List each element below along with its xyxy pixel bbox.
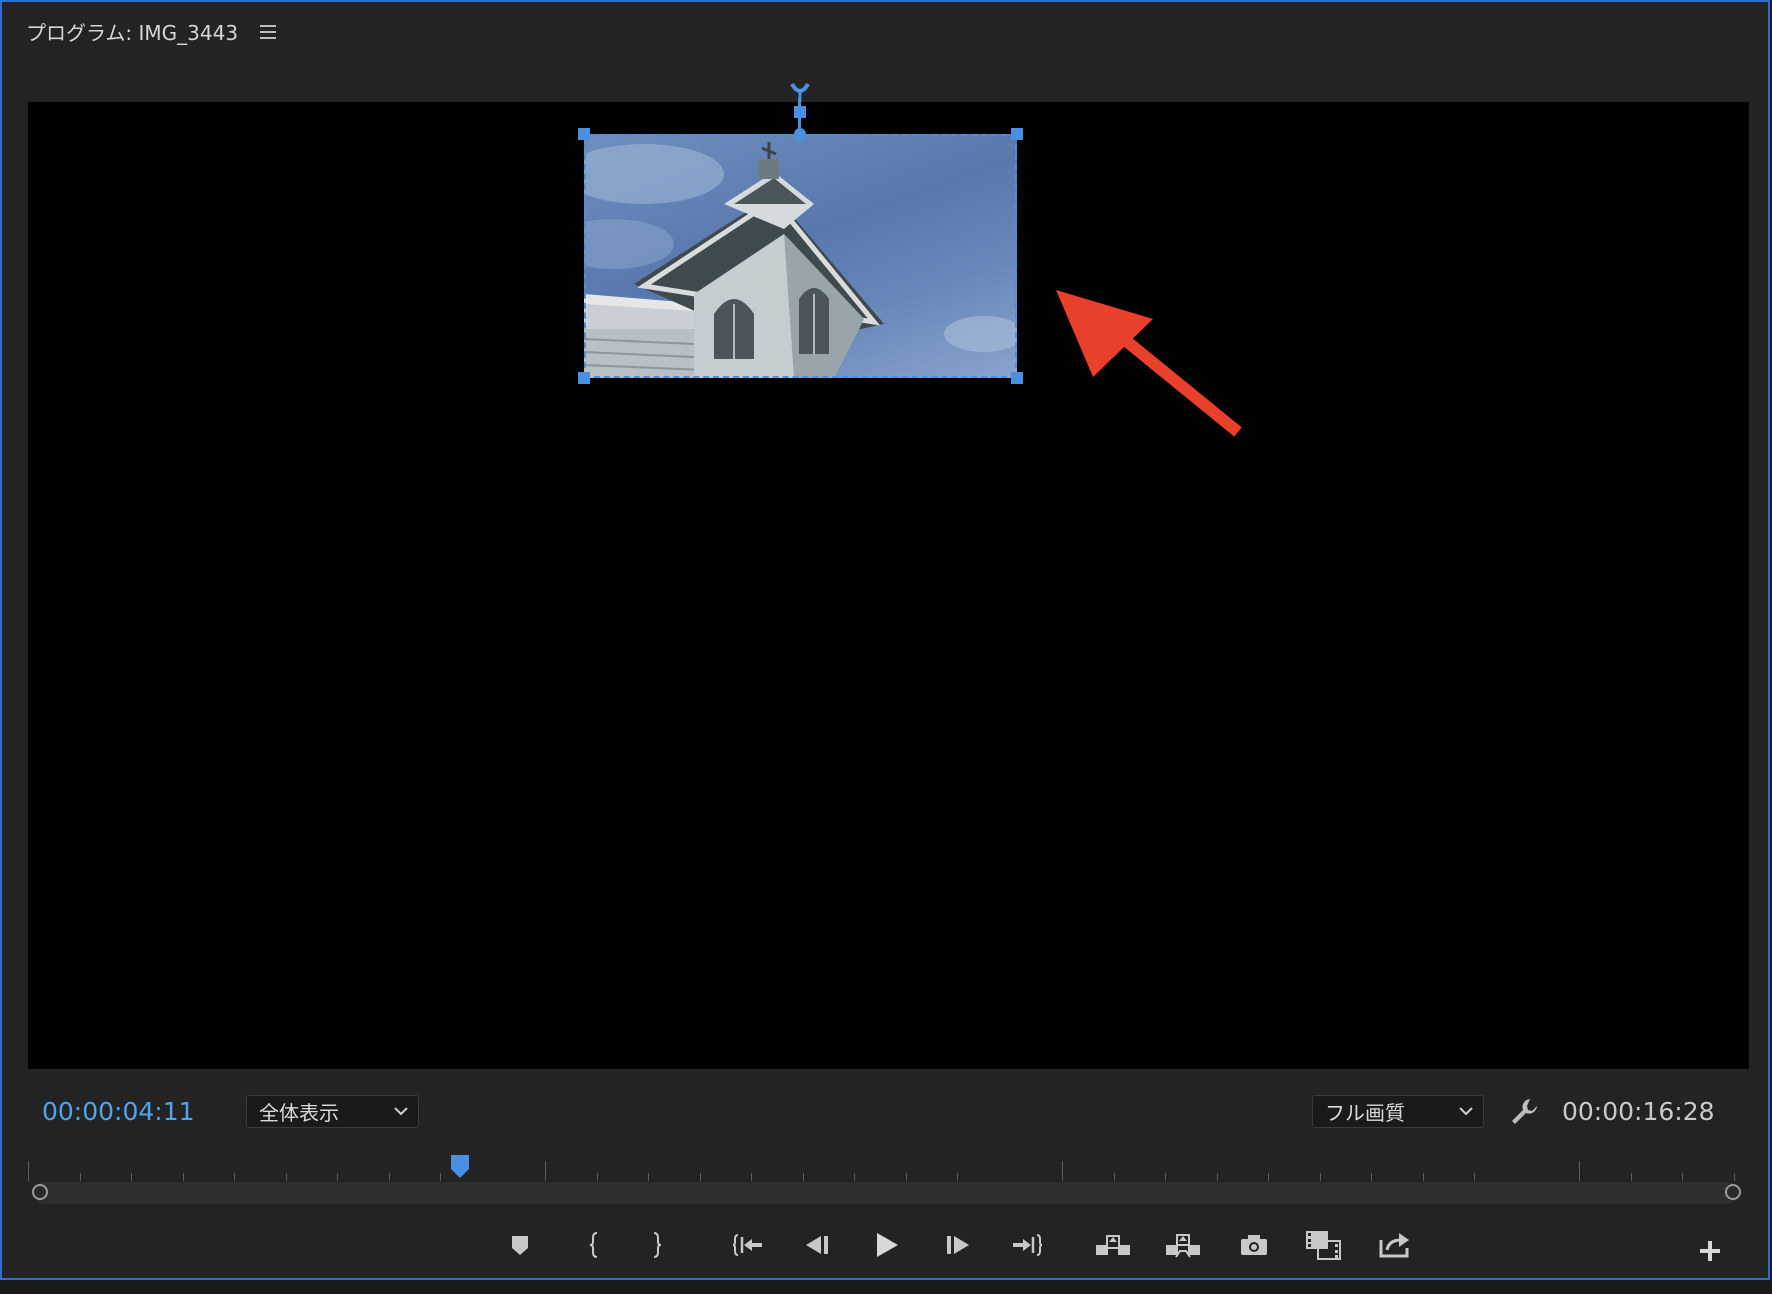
zoom-scrollbar[interactable] — [34, 1182, 1739, 1204]
duration-timecode: 00:00:16:28 — [1562, 1097, 1715, 1126]
time-ruler[interactable] — [28, 1157, 1740, 1181]
rotation-anchor-handle[interactable] — [794, 106, 806, 118]
mark-in-icon[interactable] — [573, 1224, 615, 1266]
rotation-handle-icon[interactable] — [788, 82, 812, 102]
play-icon[interactable] — [866, 1224, 908, 1266]
playback-quality-select[interactable]: フル画質 — [1312, 1095, 1484, 1128]
extract-icon[interactable] — [1162, 1224, 1204, 1266]
panel-title[interactable]: プログラム: IMG_3443 — [26, 17, 238, 46]
zoom-scrollbar-start-handle[interactable] — [32, 1184, 48, 1200]
corner-handle-top-left[interactable] — [578, 128, 590, 140]
mark-out-icon[interactable] — [636, 1224, 678, 1266]
go-to-out-icon[interactable] — [1006, 1224, 1048, 1266]
transport-controls — [2, 1224, 1772, 1274]
zoom-scrollbar-end-handle[interactable] — [1725, 1184, 1741, 1200]
current-timecode[interactable]: 00:00:04:11 — [42, 1097, 195, 1126]
annotation-arrow-icon — [1056, 290, 1242, 437]
playhead-marker[interactable] — [449, 1153, 471, 1179]
step-back-icon[interactable] — [796, 1224, 838, 1266]
step-forward-icon[interactable] — [937, 1224, 979, 1266]
go-to-in-icon[interactable] — [727, 1224, 769, 1266]
corner-handle-bottom-left[interactable] — [578, 372, 590, 384]
playback-quality-value: フル画質 — [1325, 1101, 1405, 1125]
comparison-view-icon[interactable] — [1302, 1224, 1344, 1266]
chevron-down-icon — [394, 1107, 408, 1116]
bottom-panel-edge — [0, 1280, 1772, 1294]
add-button-icon[interactable] — [1689, 1230, 1731, 1272]
chevron-down-icon — [1459, 1107, 1473, 1116]
program-monitor-panel: プログラム: IMG_3443 00:00:04:11 全体表示 フル画質 00… — [0, 0, 1770, 1280]
marker-icon[interactable] — [499, 1224, 541, 1266]
lift-icon[interactable] — [1092, 1224, 1134, 1266]
wrench-icon[interactable] — [1508, 1096, 1540, 1128]
corner-handle-top-right[interactable] — [1011, 128, 1023, 140]
panel-header: プログラム: IMG_3443 — [26, 16, 277, 46]
hamburger-menu-icon[interactable] — [260, 25, 277, 39]
zoom-level-select[interactable]: 全体表示 — [246, 1095, 419, 1128]
zoom-level-value: 全体表示 — [259, 1101, 339, 1125]
corner-handle-bottom-right[interactable] — [1011, 372, 1023, 384]
export-frame-icon[interactable] — [1233, 1224, 1275, 1266]
transform-bounding-box[interactable] — [584, 134, 1017, 378]
program-viewer[interactable] — [28, 82, 1749, 1069]
export-icon[interactable] — [1373, 1224, 1415, 1266]
